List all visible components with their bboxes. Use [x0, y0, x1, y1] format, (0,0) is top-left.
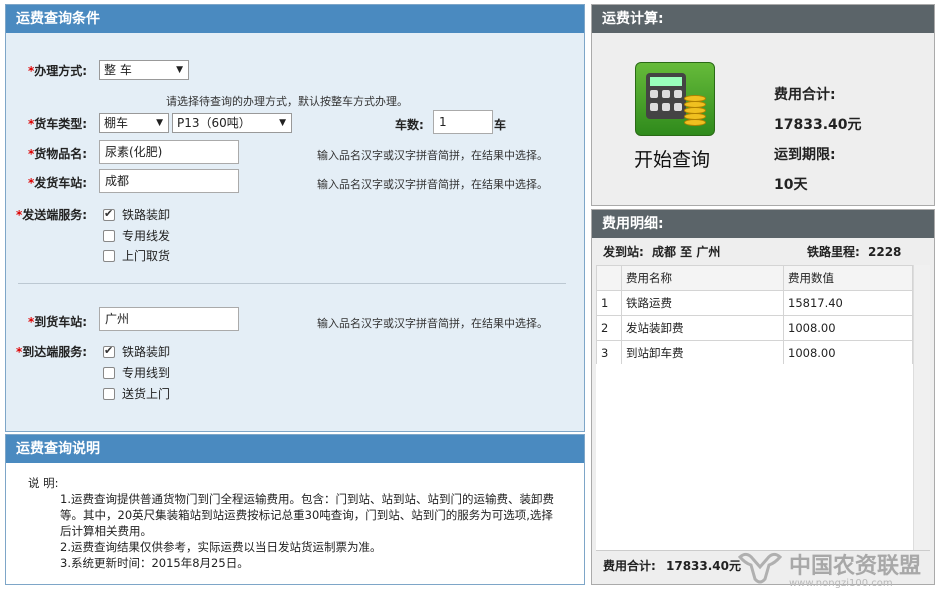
table-row: 2 发站装卸费 1008.00	[596, 315, 913, 341]
description-line-3: 3.系统更新时间：2015年8月25日。	[60, 556, 249, 570]
send-service-label: *发送端服务:	[16, 208, 88, 222]
table-row: 3 到站卸车费 1008.00	[596, 340, 913, 366]
watermark-logo: 中国农资联盟 www.nongzi100.com	[735, 548, 921, 589]
to-station-label: *到货车站:	[28, 315, 88, 329]
goods-hint: 输入品名汉字或汉字拼音简拼，在结果中选择。	[317, 149, 548, 162]
table-cell-index: 2	[596, 315, 622, 341]
route-info: 发到站: 成都 至 广州	[603, 243, 720, 260]
arrive-service-label: *到达端服务:	[16, 345, 88, 359]
table-cell-name: 铁路运费	[621, 290, 784, 316]
description-line-2: 2.运费查询结果仅供参考，实际运费以当日发站货运制票为准。	[60, 540, 382, 554]
period-label: 运到期限:	[774, 147, 836, 163]
send-service-private-line[interactable]: 专用线发	[103, 227, 170, 244]
chevron-down-icon: ▼	[279, 118, 286, 128]
table-header-name: 费用名称	[621, 265, 784, 291]
table-header-row: 费用名称 费用数值	[596, 265, 913, 291]
method-select[interactable]: 整 车 ▼	[99, 60, 189, 80]
fee-detail-header: 费用明细:	[592, 210, 934, 238]
table-cell-name: 到站卸车费	[621, 340, 784, 366]
table-row: 1 铁路运费 15817.40	[596, 290, 913, 316]
car-unit-label: 车	[494, 118, 507, 132]
checkbox-checked[interactable]	[103, 344, 115, 358]
form-divider	[18, 283, 566, 284]
start-query-label[interactable]: 开始查询	[634, 145, 710, 172]
period-value: 10天	[774, 177, 808, 193]
description-header: 运费查询说明	[6, 435, 584, 463]
checkbox[interactable]	[103, 366, 115, 379]
goods-label: *货物品名:	[28, 147, 88, 161]
table-header-index	[596, 265, 622, 291]
total-label: 费用合计:	[774, 87, 836, 103]
car-type-label: *货车类型:	[28, 117, 88, 131]
from-station-hint: 输入品名汉字或汉字拼音简拼，在结果中选择。	[317, 178, 548, 191]
description-title: 说 明:	[28, 476, 59, 490]
car-type-select[interactable]: 棚车 ▼	[99, 113, 169, 133]
table-white-area	[596, 364, 930, 550]
checkbox[interactable]	[103, 249, 115, 262]
vertical-scrollbar[interactable]	[913, 265, 930, 550]
goods-input[interactable]: 尿素(化肥)	[99, 140, 239, 164]
chevron-down-icon: ▼	[176, 65, 183, 75]
to-station-hint: 输入品名汉字或汉字拼音简拼，在结果中选择。	[317, 317, 548, 330]
watermark-text: 中国农资联盟	[789, 554, 922, 579]
fee-footer: 费用合计: 17833.40元	[603, 557, 741, 574]
calc-header: 运费计算:	[592, 5, 934, 33]
calculator-coins-icon[interactable]	[635, 62, 715, 136]
chevron-down-icon: ▼	[156, 118, 163, 128]
car-count-input[interactable]: 1	[433, 110, 493, 134]
arrive-service-delivery[interactable]: 送货上门	[103, 385, 170, 402]
arrive-service-private-line[interactable]: 专用线到	[103, 364, 170, 381]
distance-info: 铁路里程: 2228	[807, 243, 901, 260]
description-text: 说 明: 1.运费查询提供普通货物门到门全程运输费用。包含：门到站、站到站、站到…	[12, 475, 572, 571]
table-cell-value: 1008.00	[783, 340, 913, 366]
method-label: *办理方式:	[28, 64, 88, 78]
bull-logo-icon	[737, 552, 783, 583]
query-conditions-header: 运费查询条件	[6, 5, 584, 33]
checkbox[interactable]	[103, 229, 115, 242]
method-hint: 请选择待查询的办理方式，默认按整车方式办理。	[166, 95, 408, 108]
fee-footer-value: 17833.40元	[666, 559, 742, 573]
fee-footer-label: 费用合计:	[603, 559, 656, 573]
table-header-value: 费用数值	[783, 265, 913, 291]
distance-label: 铁路里程:	[807, 245, 860, 259]
to-station-input[interactable]: 广州	[99, 307, 239, 331]
table-cell-name: 发站装卸费	[621, 315, 784, 341]
distance-value: 2228	[868, 245, 902, 259]
send-service-pickup[interactable]: 上门取货	[103, 247, 170, 264]
car-model-select[interactable]: P13（60吨） ▼	[172, 113, 292, 133]
fee-table: 费用名称 费用数值 1 铁路运费 15817.40 2 发站装卸费 1008.0…	[596, 265, 913, 366]
table-cell-value: 1008.00	[783, 315, 913, 341]
checkbox[interactable]	[103, 387, 115, 400]
checkbox-checked[interactable]	[103, 207, 115, 221]
arrive-service-rail-loading[interactable]: 铁路装卸	[103, 343, 170, 360]
table-cell-index: 1	[596, 290, 622, 316]
table-cell-value: 15817.40	[783, 290, 913, 316]
route-label: 发到站:	[603, 245, 644, 259]
description-line-1: 1.运费查询提供普通货物门到门全程运输费用。包含：门到站、站到站、站到门的运输费…	[60, 492, 554, 538]
total-value: 17833.40元	[774, 117, 862, 133]
car-count-label: 车数:	[395, 118, 424, 132]
from-station-label: *发货车站:	[28, 176, 88, 190]
route-value: 成都 至 广州	[652, 245, 721, 259]
table-cell-index: 3	[596, 340, 622, 366]
from-station-input[interactable]: 成都	[99, 169, 239, 193]
query-conditions-panel: 运费查询条件	[5, 4, 585, 432]
send-service-rail-loading[interactable]: 铁路装卸	[103, 206, 170, 223]
